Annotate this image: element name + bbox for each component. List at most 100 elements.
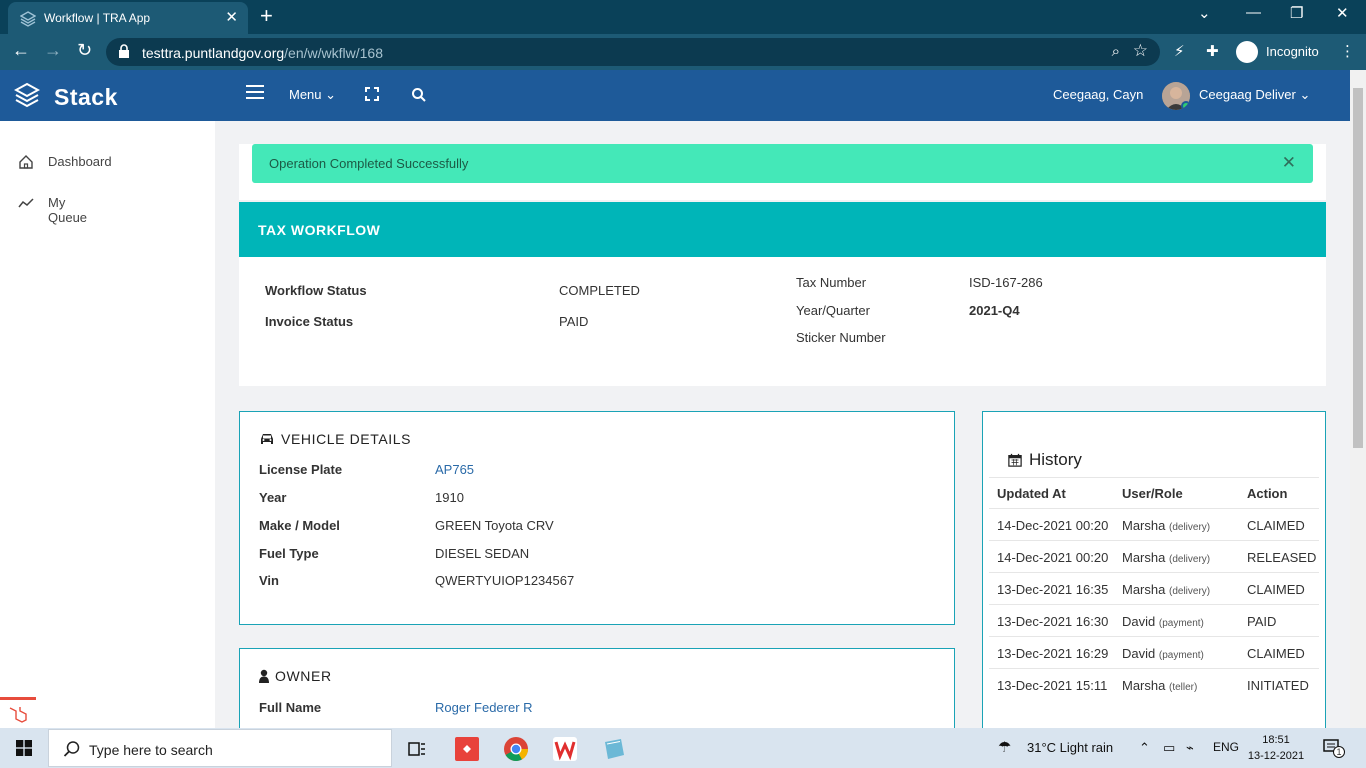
history-updated-at: 14-Dec-2021 00:20 (997, 518, 1109, 533)
browser-menu-icon[interactable]: ⋮ (1340, 42, 1355, 60)
vin-value: QWERTYUIOP1234567 (435, 573, 575, 588)
browser-tab[interactable]: Workflow | TRA App ✕ (8, 2, 248, 34)
browser-toolbar: ← → ↻ testtra.puntlandgov.org/en/w/wkflw… (0, 34, 1366, 70)
year-quarter-value: 2021-Q4 (969, 303, 1020, 318)
invoice-status-label: Invoice Status (265, 314, 354, 329)
debugbar-logo-icon[interactable] (0, 697, 36, 728)
tab-search-chevron-icon[interactable]: ⌄ (1198, 4, 1211, 22)
history-updated-at: 13-Dec-2021 15:11 (997, 678, 1108, 693)
sidebar-item-label: My Queue (48, 195, 88, 225)
task-view-icon[interactable] (404, 736, 430, 762)
page-scrollbar[interactable] (1350, 70, 1366, 728)
minimize-icon[interactable]: — (1246, 4, 1261, 21)
make-model-value: GREEN Toyota CRV (435, 518, 554, 533)
clock[interactable]: 18:51 13-12-2021 (1246, 732, 1306, 764)
history-user: David (payment) (1122, 646, 1204, 661)
license-plate-label: License Plate (259, 462, 343, 477)
history-action: CLAIMED (1247, 518, 1305, 533)
extensions-puzzle-icon[interactable]: ✚ (1206, 42, 1219, 60)
windows-start-icon[interactable] (16, 740, 32, 756)
user-icon (259, 669, 269, 683)
online-status-dot (1181, 101, 1190, 110)
user-name: Ceegaag, Cayn (1053, 87, 1144, 102)
tab-close-icon[interactable]: ✕ (225, 8, 238, 26)
history-user: Marsha (delivery) (1122, 518, 1211, 533)
extension-shield-icon[interactable]: ⚡ (1174, 42, 1185, 60)
bookmark-star-icon[interactable]: ☆ (1133, 41, 1148, 61)
network-icon[interactable]: ⌁ (1186, 740, 1194, 756)
fullscreen-icon[interactable] (365, 87, 379, 101)
history-row: 13-Dec-2021 16:35 Marsha (delivery) CLAI… (989, 572, 1319, 603)
workflow-header: TAX WORKFLOW (239, 202, 1326, 257)
search-icon[interactable] (411, 87, 427, 103)
clock-time: 18:51 (1262, 734, 1290, 746)
new-tab-icon[interactable]: + (260, 3, 273, 29)
make-model-label: Make / Model (259, 518, 340, 533)
history-row: 13-Dec-2021 15:11 Marsha (teller) INITIA… (989, 668, 1319, 699)
zoom-icon[interactable]: ⌕ (1112, 43, 1120, 60)
history-user: Marsha (teller) (1122, 678, 1198, 693)
brand[interactable]: Stack (14, 82, 154, 110)
weather-text[interactable]: 31°C Light rain (1027, 740, 1113, 755)
history-row: 13-Dec-2021 16:29 David (payment) CLAIME… (989, 636, 1319, 667)
history-action: CLAIMED (1247, 646, 1305, 661)
menu-label: Menu (289, 87, 322, 102)
forward-arrow-icon[interactable]: → (44, 40, 62, 61)
scrollbar-thumb[interactable] (1353, 88, 1363, 448)
alert-close-icon[interactable]: ✕ (1282, 153, 1296, 173)
browser-tabstrip: Workflow | TRA App ✕ + ⌄ — ❐ ✕ (0, 0, 1366, 34)
history-action: INITIATED (1247, 678, 1309, 693)
calendar-icon (1008, 453, 1022, 467)
full-name-link[interactable]: Roger Federer R (435, 700, 533, 715)
year-label: Year (259, 490, 287, 505)
alert-message: Operation Completed Successfully (269, 156, 469, 171)
wps-office-icon[interactable] (552, 736, 578, 762)
restore-icon[interactable]: ❐ (1290, 4, 1303, 22)
tray-chevron-up-icon[interactable]: ⌃ (1139, 740, 1150, 756)
history-row: 14-Dec-2021 00:20 Marsha (delivery) CLAI… (989, 508, 1319, 539)
stack-logo-icon (14, 82, 40, 108)
sidebar-item-label: Dashboard (48, 154, 112, 169)
history-row: 13-Dec-2021 16:30 David (payment) PAID (989, 604, 1319, 635)
hamburger-menu-icon[interactable] (246, 85, 264, 101)
history-user: Marsha (delivery) (1122, 550, 1211, 565)
invoice-status-value: PAID (559, 314, 589, 329)
car-icon (261, 434, 273, 444)
notification-icon[interactable]: 1 (1322, 738, 1345, 758)
notification-count: 1 (1333, 746, 1345, 758)
address-bar[interactable]: testtra.puntlandgov.org/en/w/wkflw/168 ⌕… (106, 38, 1160, 66)
chrome-icon[interactable] (503, 736, 529, 762)
vin-label: Vin (259, 573, 279, 588)
back-arrow-icon[interactable]: ← (12, 40, 30, 61)
url-text: testtra.puntlandgov.org/en/w/wkflw/168 (142, 45, 383, 61)
tax-number-value: ISD-167-286 (969, 275, 1043, 290)
full-name-label: Full Name (259, 700, 322, 715)
windows-taskbar: Type here to search ☂ 31°C Light rain ⌃ … (0, 728, 1366, 768)
year-quarter-label: Year/Quarter (796, 303, 870, 318)
menu-dropdown[interactable]: Menu ⌄ (289, 87, 336, 103)
license-plate-link[interactable]: AP765 (435, 462, 474, 477)
git-app-icon[interactable] (454, 736, 480, 762)
workflow-title: TAX WORKFLOW (258, 222, 381, 238)
history-col-updated-at: Updated At (997, 486, 1066, 501)
reload-icon[interactable]: ↻ (77, 40, 92, 61)
language-indicator[interactable]: ENG (1213, 740, 1239, 754)
year-value: 1910 (435, 490, 464, 505)
user-role: Ceegaag Deliver (1199, 87, 1296, 102)
taskbar-search-box[interactable]: Type here to search (48, 729, 392, 767)
lock-icon (119, 44, 129, 58)
trend-icon (18, 198, 34, 208)
fuel-type-label: Fuel Type (259, 546, 319, 561)
notes-app-icon[interactable] (601, 736, 627, 762)
owner-card: OWNER Full Name Roger Federer R (239, 648, 955, 738)
chevron-down-icon: ⌄ (325, 87, 337, 102)
history-action: CLAIMED (1247, 582, 1305, 597)
owner-title: OWNER (259, 668, 332, 684)
window-close-icon[interactable]: ✕ (1336, 4, 1349, 22)
user-role-dropdown[interactable]: Ceegaag Deliver ⌄ (1199, 87, 1310, 103)
vehicle-details-card: VEHICLE DETAILS License Plate AP765 Year… (239, 411, 955, 625)
history-col-action: Action (1247, 486, 1288, 501)
battery-icon[interactable]: ▭ (1163, 740, 1175, 756)
avatar[interactable] (1162, 82, 1190, 110)
incognito-badge[interactable]: Incognito (1232, 40, 1352, 64)
